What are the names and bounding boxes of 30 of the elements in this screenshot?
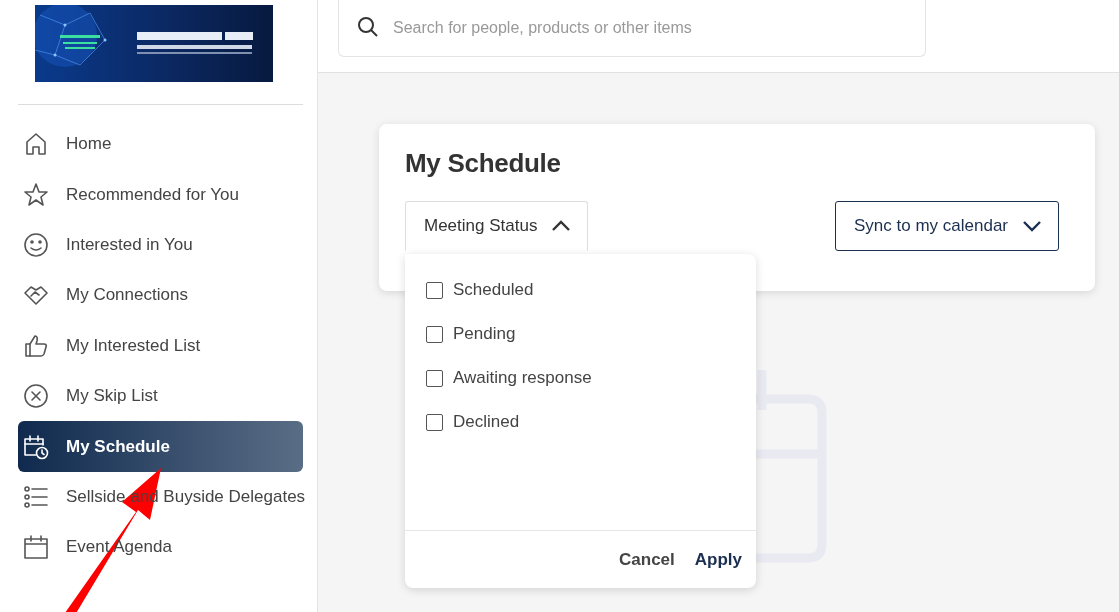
calendar-clock-icon (22, 432, 50, 461)
star-icon (22, 180, 50, 209)
option-label: Pending (453, 324, 516, 344)
apply-button[interactable]: Apply (688, 545, 748, 574)
chevron-down-icon (1022, 220, 1042, 232)
calendar-icon (22, 533, 50, 562)
search-field[interactable]: Search for people, products or other items (338, 0, 926, 57)
page-title: My Schedule (405, 148, 562, 179)
checkbox[interactable] (426, 325, 443, 343)
option-label: Scheduled (453, 280, 534, 300)
nav-item[interactable]: My Interested List (18, 320, 303, 371)
nav-item[interactable]: Recommended for You (18, 169, 303, 220)
checkbox[interactable] (426, 369, 443, 387)
sync-calendar-button[interactable]: Sync to my calendar (835, 201, 1059, 251)
close-circle-icon (22, 382, 50, 411)
nav-item[interactable]: Event Agenda (18, 522, 303, 573)
cancel-button[interactable]: Cancel (613, 545, 681, 574)
search-icon (356, 15, 380, 39)
option-label: Awaiting response (453, 368, 592, 388)
nav-item[interactable]: My Connections (18, 270, 303, 321)
option-label: Declined (453, 412, 520, 432)
chevron-up-icon (551, 220, 572, 232)
nav-item[interactable]: Home (18, 119, 303, 170)
nav-item[interactable]: Interested in You (18, 219, 303, 271)
checkbox[interactable] (426, 413, 443, 431)
nav-item[interactable]: My Schedule (18, 421, 303, 472)
smiley-icon (22, 230, 50, 259)
filter-dropdown[interactable]: Meeting Status (405, 201, 589, 251)
checkbox[interactable] (426, 281, 443, 299)
nav-item[interactable]: My Skip List (18, 370, 303, 422)
